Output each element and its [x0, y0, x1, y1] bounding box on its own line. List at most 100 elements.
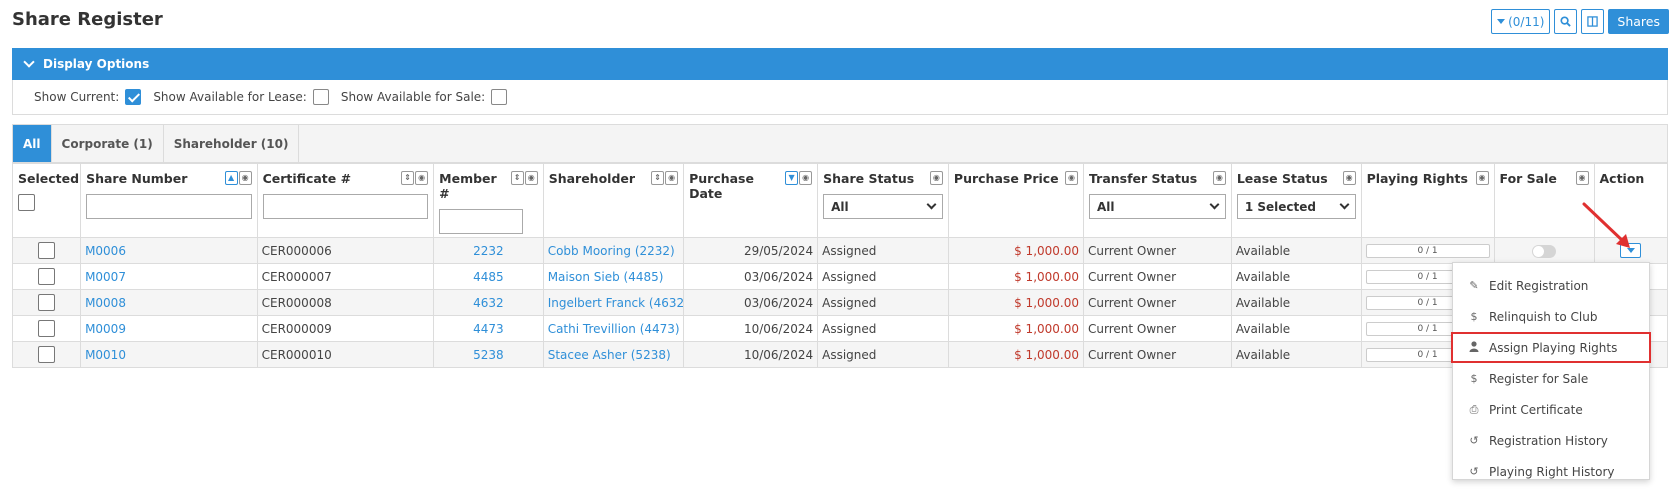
share-number-link[interactable]: M0008 [80, 289, 258, 316]
member-link[interactable]: 2232 [433, 237, 544, 264]
show-current-checkbox[interactable] [125, 89, 142, 105]
transfer-status-cell: Current Owner [1083, 263, 1232, 290]
menu-item-registration-history[interactable]: ↺ Registration History [1453, 425, 1649, 456]
col-purchase-price-label: Purchase Price [953, 171, 1059, 186]
sort-icon[interactable]: ⇕ [401, 171, 415, 185]
purchase-date-cell: 03/06/2024 [683, 289, 819, 316]
filter-count-button[interactable]: (0/11) [1491, 9, 1551, 34]
eye-icon[interactable]: ◉ [1342, 171, 1356, 185]
menu-item-label: Print Certificate [1489, 402, 1583, 417]
row-checkbox[interactable] [38, 294, 56, 311]
menu-item-edit-registration[interactable]: ✎ Edit Registration [1453, 270, 1649, 301]
dollar-icon: $ [1470, 372, 1478, 385]
certificate-cell: CER000010 [256, 341, 435, 368]
show-sale-label: Show Available for Sale: [340, 90, 486, 104]
tab-shareholder[interactable]: Shareholder (10) [164, 125, 300, 162]
certificate-filter[interactable] [262, 194, 429, 219]
col-member: Member # ⇕ ◉ [433, 163, 544, 238]
shareholder-link[interactable]: Ingelbert Franck (4632) [542, 289, 685, 316]
tab-bar: All Corporate (1) Shareholder (10) [12, 124, 1668, 163]
show-sale-option: Show Available for Sale: [340, 89, 508, 105]
eye-icon[interactable]: ◉ [1475, 171, 1489, 185]
filter-count-label: (0/11) [1508, 14, 1545, 29]
purchase-date-cell: 03/06/2024 [683, 263, 819, 290]
row-checkbox[interactable] [38, 242, 56, 259]
lease-status-select[interactable]: 1 Selected [1236, 194, 1356, 219]
menu-item-label: Playing Right History [1489, 464, 1615, 479]
purchase-date-cell: 29/05/2024 [683, 237, 819, 264]
select-all-checkbox[interactable] [18, 194, 35, 211]
menu-item-register-for-sale[interactable]: $ Register for Sale [1453, 363, 1649, 394]
menu-item-print-certificate[interactable]: ⎙ Print Certificate [1453, 394, 1649, 425]
columns-button[interactable] [1581, 9, 1605, 34]
share-status-cell: Assigned [817, 237, 949, 264]
transfer-status-cell: Current Owner [1083, 341, 1232, 368]
col-share-status: Share Status ◉ All [817, 163, 949, 238]
col-share-status-label: Share Status [823, 171, 915, 186]
member-link[interactable]: 5238 [433, 341, 544, 368]
menu-item-playing-right-history[interactable]: ↺ Playing Right History [1453, 456, 1649, 487]
chevron-down-icon [1209, 199, 1220, 210]
sort-desc-icon[interactable]: ▼ [785, 171, 799, 185]
shareholder-link[interactable]: Stacee Asher (5238) [542, 341, 685, 368]
menu-item-label: Registration History [1489, 433, 1608, 448]
sort-icon[interactable]: ⇕ [510, 171, 524, 185]
share-number-link[interactable]: M0007 [80, 263, 258, 290]
show-current-label: Show Current: [34, 90, 120, 104]
for-sale-toggle[interactable] [1532, 244, 1557, 258]
eye-icon[interactable]: ◉ [929, 171, 943, 185]
shares-button[interactable]: Shares [1608, 9, 1669, 34]
member-link[interactable]: 4473 [433, 315, 544, 342]
transfer-status-cell: Current Owner [1083, 237, 1232, 264]
share-number-link[interactable]: M0010 [80, 341, 258, 368]
share-status-select[interactable]: All [823, 194, 943, 219]
share-number-filter[interactable] [86, 194, 252, 219]
display-options-title: Display Options [43, 57, 150, 71]
shareholder-link[interactable]: Cobb Mooring (2232) [542, 237, 685, 264]
printer-icon: ⎙ [1469, 402, 1479, 416]
tab-all[interactable]: All [13, 125, 52, 162]
eye-icon[interactable]: ◉ [1575, 171, 1589, 185]
col-purchase-date: Purchase Date ▼ ◉ [683, 163, 819, 238]
search-button[interactable] [1554, 9, 1578, 34]
eye-icon[interactable]: ◉ [665, 171, 679, 185]
share-number-link[interactable]: M0009 [80, 315, 258, 342]
eye-icon[interactable]: ◉ [1212, 171, 1226, 185]
row-checkbox[interactable] [38, 320, 56, 337]
transfer-status-select[interactable]: All [1089, 194, 1226, 219]
eye-icon[interactable]: ◉ [799, 171, 813, 185]
tab-corporate[interactable]: Corporate (1) [52, 125, 164, 162]
lease-status-select-value: 1 Selected [1244, 199, 1316, 214]
member-link[interactable]: 4632 [433, 289, 544, 316]
annotation-arrow [1582, 202, 1630, 248]
eye-icon[interactable]: ◉ [238, 171, 252, 185]
member-link[interactable]: 4485 [433, 263, 544, 290]
sort-asc-icon[interactable]: ▲ [224, 171, 238, 185]
show-sale-checkbox[interactable] [491, 89, 508, 105]
display-options-toggle[interactable]: Display Options [12, 48, 1668, 80]
eye-icon[interactable]: ◉ [1065, 171, 1078, 185]
purchase-price-cell: $ 1,000.00 [947, 315, 1085, 342]
eye-icon[interactable]: ◉ [415, 171, 429, 185]
share-number-link[interactable]: M0006 [80, 237, 258, 264]
eye-icon[interactable]: ◉ [524, 171, 538, 185]
row-checkbox[interactable] [38, 346, 56, 363]
col-lease-status: Lease Status ◉ 1 Selected [1230, 163, 1362, 238]
certificate-cell: CER000008 [256, 289, 435, 316]
share-status-cell: Assigned [817, 315, 949, 342]
menu-item-assign-playing-rights[interactable]: Assign Playing Rights [1451, 332, 1651, 363]
col-for-sale: For Sale ◉ [1493, 163, 1595, 238]
columns-icon [1587, 16, 1599, 27]
shareholder-link[interactable]: Cathi Trevillion (4473) [542, 315, 685, 342]
member-filter[interactable] [439, 209, 524, 234]
shareholder-link[interactable]: Maison Sieb (4485) [542, 263, 685, 290]
sort-icon[interactable]: ⇕ [651, 171, 665, 185]
row-checkbox[interactable] [38, 268, 56, 285]
action-menu: ✎ Edit Registration $ Relinquish to Club… [1451, 262, 1651, 480]
caret-down-icon [1497, 19, 1506, 24]
transfer-status-select-value: All [1097, 199, 1115, 214]
history-icon: ↺ [1469, 434, 1479, 447]
menu-item-relinquish[interactable]: $ Relinquish to Club [1453, 301, 1649, 332]
col-action-label: Action [1599, 171, 1645, 186]
show-lease-checkbox[interactable] [312, 89, 329, 105]
